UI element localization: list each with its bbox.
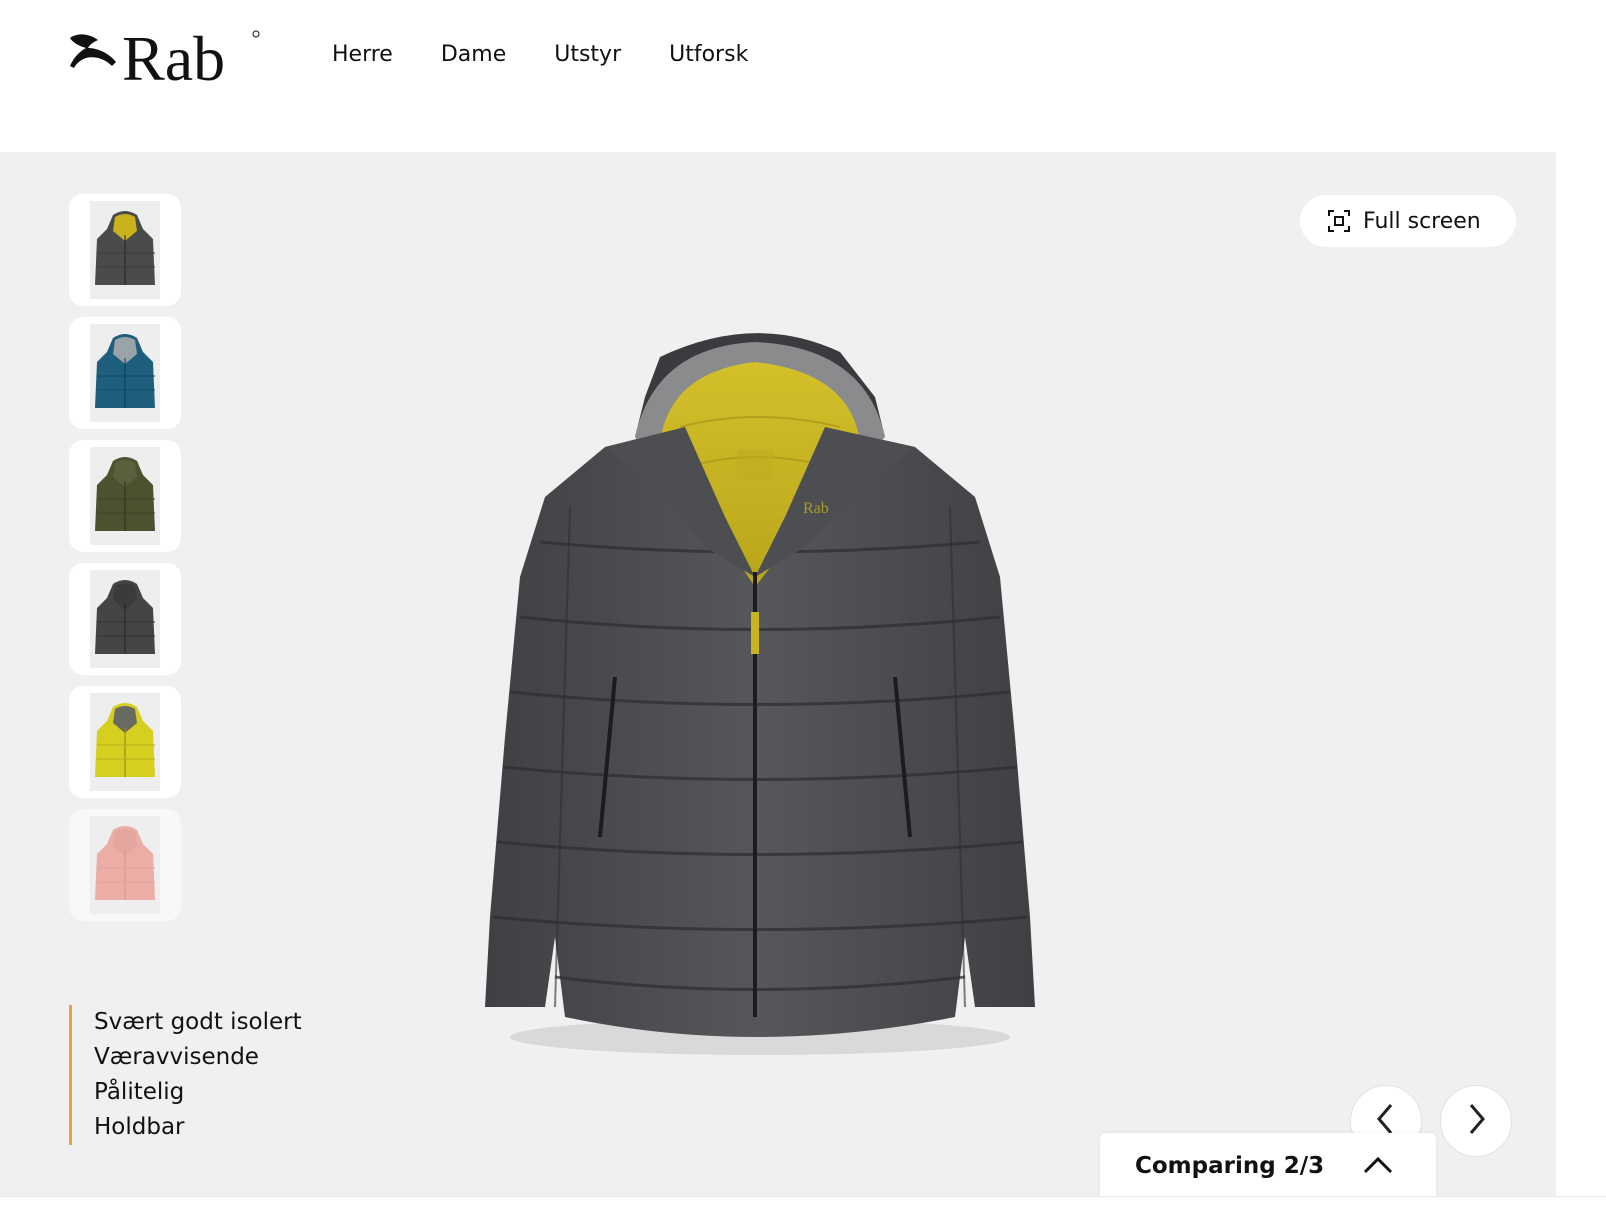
chevron-up-icon bbox=[1363, 1153, 1393, 1177]
thumbnail-image bbox=[90, 693, 160, 791]
thumbnail-image bbox=[90, 816, 160, 914]
site-header: Rab Herre Dame Utstyr Utforsk bbox=[0, 0, 1606, 152]
thumbnail-image bbox=[90, 324, 160, 422]
main-nav: Herre Dame Utstyr Utforsk bbox=[332, 38, 796, 72]
nav-item-herre[interactable]: Herre bbox=[332, 38, 393, 72]
jacket-logo-text: Rab bbox=[803, 500, 829, 517]
nav-item-utforsk[interactable]: Utforsk bbox=[669, 38, 748, 72]
feature-item: Pålitelig bbox=[94, 1079, 185, 1105]
feature-item: Svært godt isolert bbox=[94, 1009, 302, 1035]
thumbnail-blue[interactable] bbox=[69, 317, 181, 429]
compare-label: Comparing 2/3 bbox=[1135, 1153, 1325, 1179]
thumbnail-image bbox=[90, 201, 160, 299]
product-main-image[interactable]: Rab bbox=[455, 317, 1095, 1087]
thumbnail-image bbox=[90, 570, 160, 668]
feature-item: Holdbar bbox=[94, 1114, 185, 1140]
fullscreen-button[interactable]: Full screen bbox=[1300, 195, 1516, 247]
thumbnail-olive[interactable] bbox=[69, 440, 181, 552]
feature-list: Svært godt isolert Væravvisende Påliteli… bbox=[69, 1005, 302, 1145]
page-bottom-strip bbox=[0, 1196, 1606, 1228]
thumbnail-black[interactable] bbox=[69, 563, 181, 675]
fullscreen-label: Full screen bbox=[1363, 208, 1481, 234]
chevron-right-icon bbox=[1462, 1102, 1490, 1141]
thumbnail-yellow[interactable] bbox=[69, 686, 181, 798]
nav-item-dame[interactable]: Dame bbox=[441, 38, 506, 72]
thumbnail-image bbox=[90, 447, 160, 545]
thumbnail-grey[interactable] bbox=[69, 194, 181, 306]
fullscreen-icon bbox=[1327, 209, 1351, 233]
rab-logo[interactable]: Rab bbox=[68, 23, 268, 94]
next-image-button[interactable] bbox=[1440, 1085, 1512, 1157]
product-gallery: Full screen Rab Svært godt isolert Værav… bbox=[0, 152, 1556, 1196]
svg-text:Rab: Rab bbox=[122, 26, 225, 88]
compare-toggle-button[interactable]: Comparing 2/3 bbox=[1100, 1133, 1436, 1199]
feature-item: Væravvisende bbox=[94, 1044, 259, 1070]
nav-item-utstyr[interactable]: Utstyr bbox=[554, 38, 621, 72]
thumbnail-coral[interactable] bbox=[69, 809, 181, 921]
